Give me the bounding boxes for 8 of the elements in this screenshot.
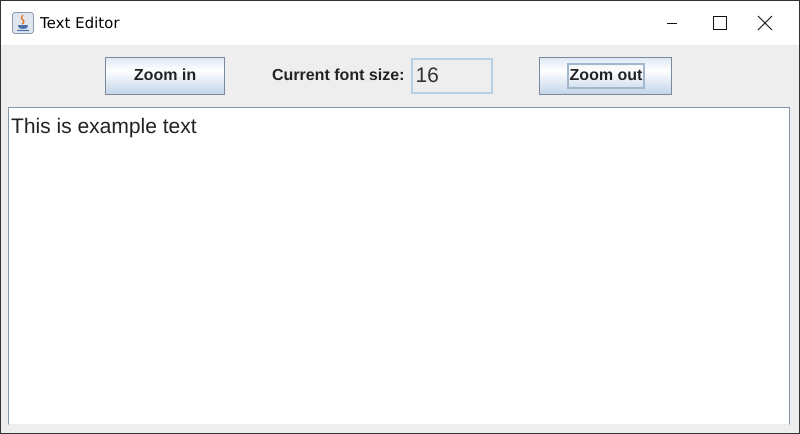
zoom-out-button[interactable]: Zoom out <box>539 56 672 94</box>
font-size-field[interactable]: 16 <box>411 58 494 94</box>
editor-text: This is example text <box>11 115 197 138</box>
font-size-label: Current font size: <box>272 66 404 84</box>
text-area[interactable]: This is example text <box>8 107 790 425</box>
zoom-in-button[interactable]: Zoom in <box>105 56 225 94</box>
coffee-cup-icon <box>12 12 34 34</box>
window-title: Text Editor <box>40 14 120 32</box>
